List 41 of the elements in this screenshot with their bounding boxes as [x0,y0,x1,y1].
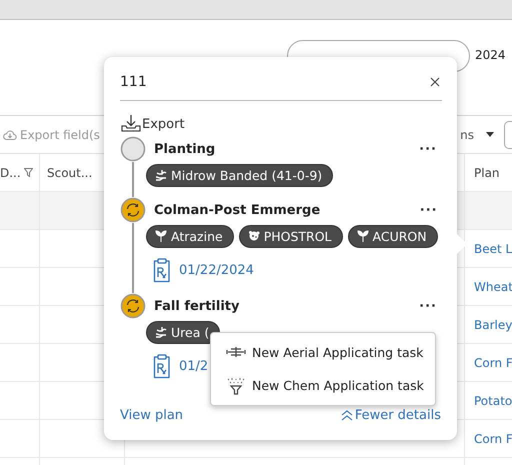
download-tray-icon [120,114,142,132]
caret-icon [486,132,494,137]
prescription-clipboard-icon [152,257,172,283]
step-title: Planting [154,142,216,156]
columns-dropdown[interactable]: ns [460,128,504,142]
product-chip: PHOSTROL [238,225,343,248]
view-plan-link[interactable]: View plan [120,408,184,423]
seedling-icon [356,230,369,243]
column-header[interactable]: D... [0,166,21,180]
chevrons-up-icon [340,410,353,421]
close-icon [430,76,440,86]
step-title: Colman-Post Emmerge [154,202,320,218]
product-chip: Urea ( [146,321,220,344]
date-link[interactable]: 01/22/2024 [179,262,254,278]
sprayer-icon [225,376,247,394]
toolbar-button[interactable] [504,120,512,148]
column-header[interactable]: Scout... [47,166,92,180]
menu-item[interactable]: New Chem Application task [211,369,435,402]
plan-link[interactable]: Potato [474,394,512,408]
date-link[interactable]: 01/2 [179,358,208,374]
popover-title: 111 [120,74,147,90]
column-header[interactable]: Plan [474,166,500,180]
prescription-clipboard-icon [152,353,172,379]
export-button[interactable]: Export [120,114,185,132]
product-chip: ACURON [348,225,438,248]
close-button[interactable] [428,74,442,88]
plan-link[interactable]: Barley [474,318,512,332]
plan-link[interactable]: Beet L [474,242,512,256]
more-button[interactable]: ··· [420,202,438,218]
plan-link[interactable]: Corn F [474,356,512,370]
export-fields-button[interactable]: Export field(s [0,128,100,142]
year-label: 2024 [475,48,506,62]
more-button[interactable]: ··· [419,298,437,314]
step-title: Fall fertility [154,298,240,314]
plan-link[interactable]: Corn F [474,432,512,446]
fewer-details-link[interactable]: Fewer details [340,408,441,423]
more-button[interactable]: ··· [419,142,437,156]
product-chip: Atrazine [146,225,234,248]
cloud-download-icon [3,128,17,140]
seedling-icon [155,230,167,243]
product-chip: Midrow Banded (41-0-9) [146,164,334,187]
